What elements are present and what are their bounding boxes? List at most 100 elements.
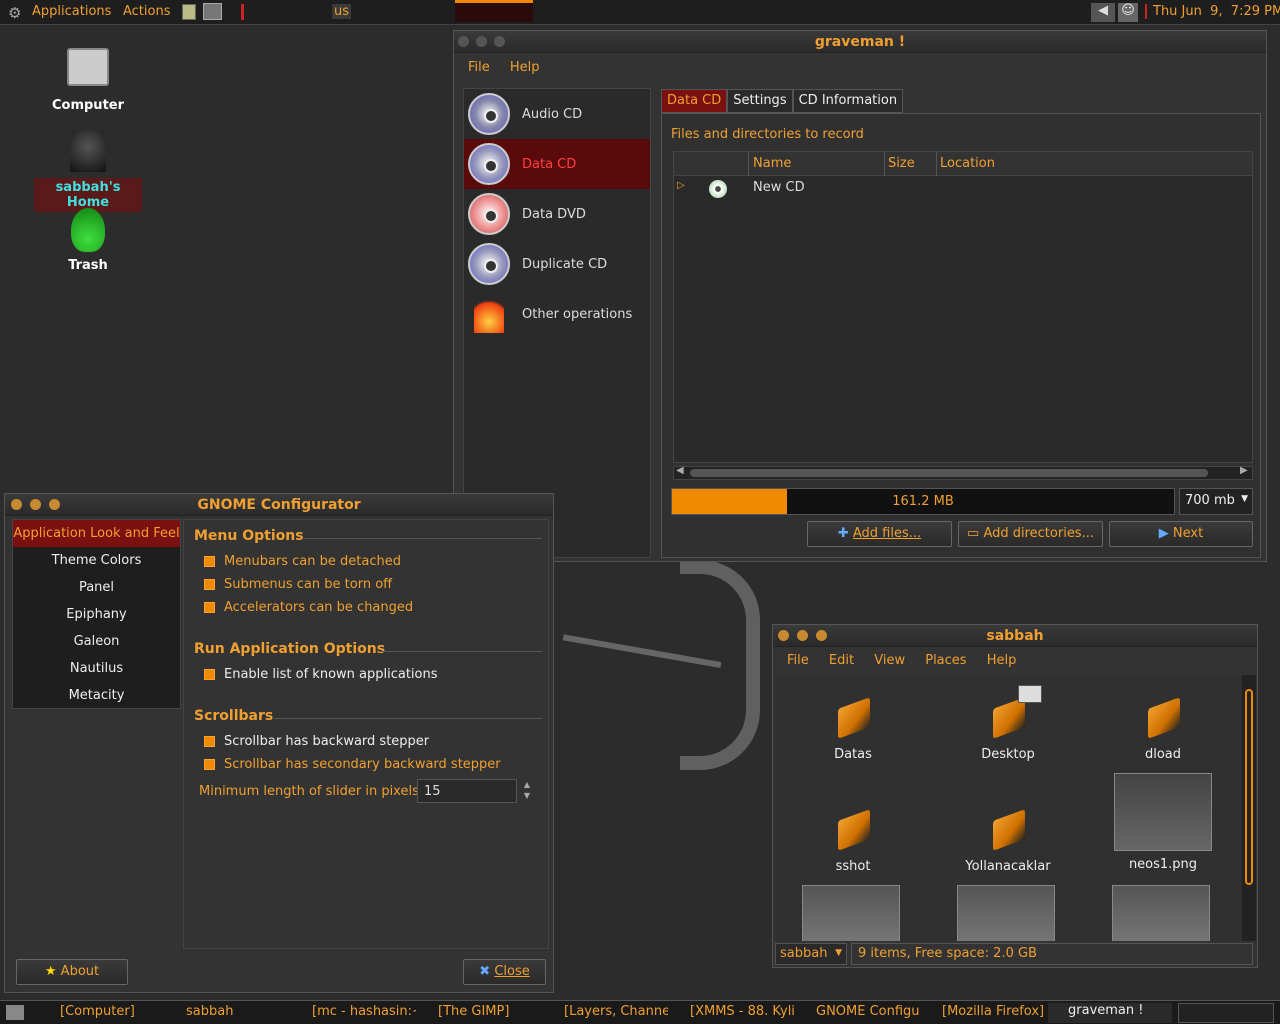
volume-icon[interactable]: ◀	[1091, 3, 1115, 22]
nav-item-metacity[interactable]: Metacity	[13, 682, 180, 709]
column-header-expander[interactable]	[674, 152, 749, 176]
file-item[interactable]: sshot	[798, 809, 908, 874]
add-files-button[interactable]: ✚ Add files...	[807, 521, 952, 547]
taskbar-item-gnome-configurator[interactable]: GNOME Configur	[816, 1004, 920, 1022]
menu-help[interactable]: Help	[510, 60, 540, 75]
add-directories-button[interactable]: ▭ Add directories...	[958, 521, 1103, 547]
checkbox-box[interactable]	[204, 669, 215, 680]
scroll-options: Scrollbar has backward stepper Scrollbar…	[204, 730, 501, 776]
show-desktop-icon[interactable]	[6, 1005, 24, 1020]
checkbox-box[interactable]	[204, 579, 215, 590]
workspace-switcher[interactable]	[1178, 1003, 1274, 1023]
file-item[interactable]: Datas	[798, 697, 908, 762]
capacity-select[interactable]: 700 mb ▼	[1179, 488, 1253, 515]
sidebar-item-data-cd[interactable]: Data CD	[464, 139, 650, 189]
editor-launcher-icon[interactable]	[182, 4, 196, 20]
section-label: Files and directories to record	[671, 127, 864, 142]
gnome-foot-icon[interactable]: ⚙	[8, 4, 21, 22]
sidebar-item-label: Data DVD	[522, 206, 586, 222]
checkbox-box[interactable]	[204, 736, 215, 747]
sidebar-item-data-dvd[interactable]: Data DVD	[464, 189, 650, 239]
about-button[interactable]: ★ About	[16, 959, 128, 985]
tab-cd-information[interactable]: CD Information	[792, 89, 904, 113]
taskbar-item-computer[interactable]: [Computer]	[60, 1004, 135, 1022]
duplicate-cd-icon	[468, 243, 510, 285]
scroll-right-icon[interactable]: ▶	[1240, 465, 1248, 476]
sidebar-item-label: Audio CD	[522, 106, 583, 122]
nav-item-epiphany[interactable]: Epiphany	[13, 601, 180, 628]
clock[interactable]: Thu Jun 9, 7:29 PM	[1145, 4, 1280, 19]
sidebar-item-label: Data CD	[522, 156, 577, 172]
tab-data-cd[interactable]: Data CD	[661, 89, 728, 113]
icon-view[interactable]: Datas Desktop dload sshot Yollanacaklar …	[776, 675, 1242, 941]
scroll-thumb[interactable]	[1245, 689, 1253, 885]
checkbox-label: Menubars can be detached	[224, 554, 401, 569]
close-button[interactable]: ✖ Close	[463, 959, 546, 985]
applications-menu[interactable]: Applications	[32, 4, 111, 19]
menu-places[interactable]: Places	[925, 653, 966, 668]
file-tree[interactable]: Name Size Location ▷ New CD	[673, 151, 1253, 463]
checkbox-secondary-backward-stepper[interactable]: Scrollbar has secondary backward stepper	[204, 753, 501, 776]
scroll-thumb[interactable]	[690, 469, 1208, 477]
menu-edit[interactable]: Edit	[829, 653, 854, 668]
checkbox-menubars-detached[interactable]: Menubars can be detached	[204, 550, 413, 573]
tab-settings[interactable]: Settings	[727, 89, 793, 113]
column-header-location[interactable]: Location	[940, 156, 995, 171]
checkbox-accelerators-changed[interactable]: Accelerators can be changed	[204, 596, 413, 619]
taskbar-item-sabbah[interactable]: sabbah	[186, 1004, 233, 1022]
checkbox-box[interactable]	[204, 602, 215, 613]
taskbar-item-mc[interactable]: [mc - hashasin:~	[312, 1004, 416, 1022]
desktop-icon-trash[interactable]: Trash	[33, 208, 143, 273]
vertical-scrollbar[interactable]	[1242, 675, 1256, 941]
nav-item-galeon[interactable]: Galeon	[13, 628, 180, 655]
desktop-icon-home[interactable]: sabbah's Home	[33, 130, 143, 212]
terminal-launcher-icon[interactable]	[203, 3, 222, 20]
menu-view[interactable]: View	[874, 653, 905, 668]
taskbar-item-firefox[interactable]: [Mozilla Firefox]	[942, 1004, 1046, 1022]
menu-file[interactable]: File	[787, 653, 809, 668]
menu-file[interactable]: File	[468, 60, 490, 75]
taskbar-item-layers[interactable]: [Layers, Channe	[564, 1004, 668, 1022]
expander-arrow-icon[interactable]: ▷	[677, 180, 685, 191]
file-item[interactable]: Desktop	[953, 697, 1063, 762]
image-thumbnail[interactable]	[802, 885, 900, 941]
taskbar-item-graveman[interactable]: graveman !	[1048, 1003, 1172, 1023]
slider-length-spinbutton[interactable]: 15	[417, 779, 517, 803]
nav-item-theme-colors[interactable]: Theme Colors	[13, 547, 180, 574]
nav-item-panel[interactable]: Panel	[13, 574, 180, 601]
operations-sidebar: Audio CD Data CD Data DVD Duplicate CD O…	[463, 88, 651, 558]
desktop-icon-computer[interactable]: Computer	[33, 48, 143, 113]
checkbox-backward-stepper[interactable]: Scrollbar has backward stepper	[204, 730, 501, 753]
checkbox-submenus-torn-off[interactable]: Submenus can be torn off	[204, 573, 413, 596]
tree-row[interactable]: ▷ New CD	[674, 178, 1252, 200]
checkbox-box[interactable]	[204, 556, 215, 567]
sidebar-item-duplicate-cd[interactable]: Duplicate CD	[464, 239, 650, 289]
sidebar-item-other-operations[interactable]: Other operations	[464, 289, 650, 339]
column-header-size[interactable]: Size	[888, 156, 915, 171]
notification-icon[interactable]: ☺	[1118, 3, 1138, 22]
file-item[interactable]: dload	[1108, 697, 1218, 762]
menu-help[interactable]: Help	[987, 653, 1017, 668]
checkbox-box[interactable]	[204, 759, 215, 770]
image-thumbnail[interactable]	[957, 885, 1055, 941]
file-item[interactable]: Yollanacaklar	[953, 809, 1063, 874]
nav-item-nautilus[interactable]: Nautilus	[13, 655, 180, 682]
configurator-titlebar[interactable]: GNOME Configurator	[5, 494, 553, 516]
taskbar-item-xmms[interactable]: [XMMS - 88. Kyli	[690, 1004, 794, 1022]
keyboard-indicator[interactable]: us	[332, 4, 352, 19]
location-select[interactable]: sabbah ▼	[775, 943, 847, 965]
taskbar-item-gimp[interactable]: [The GIMP]	[438, 1004, 509, 1022]
spin-arrows-icon[interactable]: ▲ ▼	[520, 779, 534, 803]
nautilus-titlebar[interactable]: sabbah	[773, 625, 1257, 647]
image-thumbnail[interactable]	[1112, 885, 1210, 941]
file-item[interactable]: neos1.png	[1108, 773, 1218, 872]
next-button[interactable]: ▶ Next	[1109, 521, 1253, 547]
graveman-titlebar[interactable]: graveman !	[454, 31, 1266, 53]
checkbox-known-applications[interactable]: Enable list of known applications	[204, 663, 438, 686]
column-header-name[interactable]: Name	[753, 156, 791, 171]
horizontal-scrollbar[interactable]: ◀ ▶	[673, 465, 1253, 480]
actions-menu[interactable]: Actions	[123, 4, 171, 19]
sidebar-item-audio-cd[interactable]: Audio CD	[464, 89, 650, 139]
nav-item-look-and-feel[interactable]: Application Look and Feel	[13, 520, 180, 547]
scroll-left-icon[interactable]: ◀	[676, 465, 684, 476]
